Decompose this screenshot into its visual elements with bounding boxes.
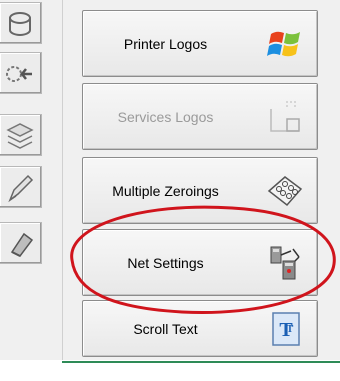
- cylinder-icon: [9, 12, 31, 36]
- windows-logo-icon: [267, 31, 300, 56]
- left-tool-button-4[interactable]: [0, 166, 42, 208]
- services-document-icon: [270, 100, 300, 132]
- left-toolbar: [0, 0, 62, 360]
- eraser-icon: [10, 232, 34, 257]
- multiple-zeroings-button[interactable]: Multiple Zeroings: [82, 157, 318, 224]
- bottom-divider: [62, 361, 340, 363]
- scroll-text-button[interactable]: Scroll Text T T: [82, 300, 318, 357]
- services-logos-label: Services Logos: [117, 108, 214, 125]
- left-tool-button-1[interactable]: [0, 2, 42, 44]
- screenshot-stage: Printer Logos Services Logos Multiple Ze…: [0, 0, 340, 381]
- network-icon: [270, 246, 300, 279]
- multiple-zeroings-icon: [267, 175, 303, 206]
- left-tool-button-3[interactable]: [0, 114, 42, 156]
- arrow-connect-icon: [6, 66, 32, 82]
- panel-divider: [62, 0, 63, 360]
- scroll-text-label: Scroll Text: [133, 320, 198, 337]
- printer-logos-button[interactable]: Printer Logos: [82, 10, 318, 77]
- net-settings-button[interactable]: Net Settings: [82, 229, 318, 296]
- left-tool-button-2[interactable]: [0, 52, 42, 94]
- net-settings-label: Net Settings: [127, 254, 204, 271]
- scroll-text-icon: T T: [272, 311, 300, 346]
- left-tool-button-5[interactable]: [0, 222, 42, 264]
- svg-text:T: T: [287, 324, 294, 335]
- multiple-zeroings-label: Multiple Zeroings: [112, 182, 219, 199]
- printer-logos-label: Printer Logos: [123, 35, 208, 52]
- services-logos-button[interactable]: Services Logos: [82, 83, 318, 150]
- stack-icon: [6, 123, 34, 149]
- pen-icon: [8, 174, 34, 203]
